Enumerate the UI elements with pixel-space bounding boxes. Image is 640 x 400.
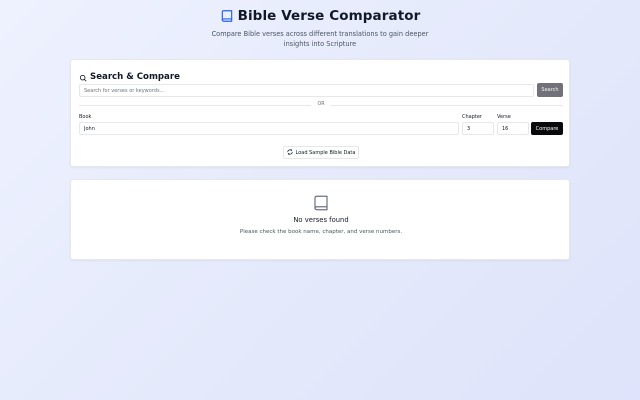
search-compare-card: Search & Compare Search OR Book Chapter … bbox=[70, 59, 570, 167]
book-icon bbox=[220, 9, 234, 23]
book-icon bbox=[312, 194, 330, 212]
book-input[interactable] bbox=[79, 122, 459, 135]
chapter-label: Chapter bbox=[462, 114, 482, 120]
divider-or-text: OR bbox=[311, 102, 331, 107]
title-row: Bible Verse Comparator bbox=[0, 8, 640, 24]
book-label: Book bbox=[79, 114, 92, 120]
page-title: Bible Verse Comparator bbox=[237, 8, 421, 24]
results-card: No verses found Please check the book na… bbox=[70, 179, 570, 260]
page-subtitle: Compare Bible verses across different tr… bbox=[211, 30, 429, 48]
load-sample-button[interactable]: Load Sample Bible Data bbox=[283, 146, 359, 159]
page-header: Bible Verse Comparator Compare Bible ver… bbox=[0, 8, 640, 49]
empty-state-title: No verses found bbox=[293, 216, 349, 224]
load-sample-label: Load Sample Bible Data bbox=[295, 149, 356, 156]
search-button[interactable]: Search bbox=[537, 83, 563, 97]
chapter-input[interactable] bbox=[462, 122, 494, 135]
search-input[interactable] bbox=[79, 84, 534, 97]
verse-input[interactable] bbox=[497, 122, 529, 135]
card-title: Search & Compare bbox=[90, 71, 180, 82]
empty-state-description: Please check the book name, chapter, and… bbox=[239, 229, 403, 235]
verse-label: Verse bbox=[497, 114, 511, 120]
compare-button[interactable]: Compare bbox=[531, 122, 563, 135]
refresh-icon bbox=[286, 148, 293, 157]
